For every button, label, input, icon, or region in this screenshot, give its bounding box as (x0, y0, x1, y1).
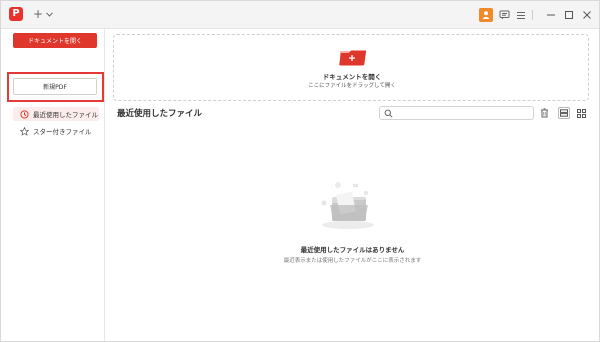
search-icon (384, 109, 393, 118)
main-content: ドキュメントを開く ここにファイルをドラッグして開く 最近使用したファイル 最近… (106, 29, 599, 341)
close-icon[interactable] (580, 8, 594, 22)
search-input[interactable] (396, 108, 530, 119)
chevron-down-icon[interactable] (46, 11, 53, 19)
folder-add-icon (338, 45, 367, 67)
minimize-icon[interactable] (544, 8, 558, 22)
new-pdf-button[interactable]: 新規PDF (13, 78, 97, 95)
app-window: P + ドキュメントを開く 新規PDF 最近使用したファイル スター付きファイル… (0, 0, 600, 342)
open-document-button[interactable]: ドキュメントを開く (13, 33, 97, 48)
dropzone-subtitle: ここにファイルをドラッグして開く (308, 83, 396, 89)
new-tab-button[interactable]: + (33, 8, 43, 20)
dropzone-title: ドキュメントを開く (322, 73, 382, 81)
search-field[interactable] (379, 106, 534, 120)
sidebar: ドキュメントを開く 新規PDF 最近使用したファイル スター付きファイル (1, 29, 105, 341)
app-logo-icon: P (9, 7, 23, 21)
sidebar-item-label: スター付きファイル (33, 128, 92, 136)
star-icon (19, 126, 29, 136)
empty-state-subtitle: 最近表示または使用したファイルがここに表示されます (283, 258, 422, 264)
empty-folder-icon (318, 181, 378, 231)
clock-icon (19, 109, 29, 119)
sidebar-item-starred[interactable]: スター付きファイル (13, 124, 99, 138)
message-icon[interactable] (497, 8, 511, 22)
list-view-icon[interactable] (558, 107, 570, 119)
page-title: 最近使用したファイル (117, 109, 203, 119)
trash-icon[interactable] (538, 107, 550, 119)
title-bar: P + (1, 1, 599, 29)
user-icon[interactable] (479, 8, 493, 22)
file-drop-zone[interactable]: ドキュメントを開く ここにファイルをドラッグして開く (113, 34, 589, 101)
grid-view-icon[interactable] (575, 107, 587, 119)
empty-state-title: 最近使用したファイルはありません (300, 246, 405, 254)
sidebar-item-recent[interactable]: 最近使用したファイル (13, 107, 99, 121)
menu-icon[interactable] (514, 8, 528, 22)
maximize-icon[interactable] (562, 8, 576, 22)
titlebar-separator (532, 10, 533, 20)
sidebar-item-label: 最近使用したファイル (33, 111, 98, 119)
